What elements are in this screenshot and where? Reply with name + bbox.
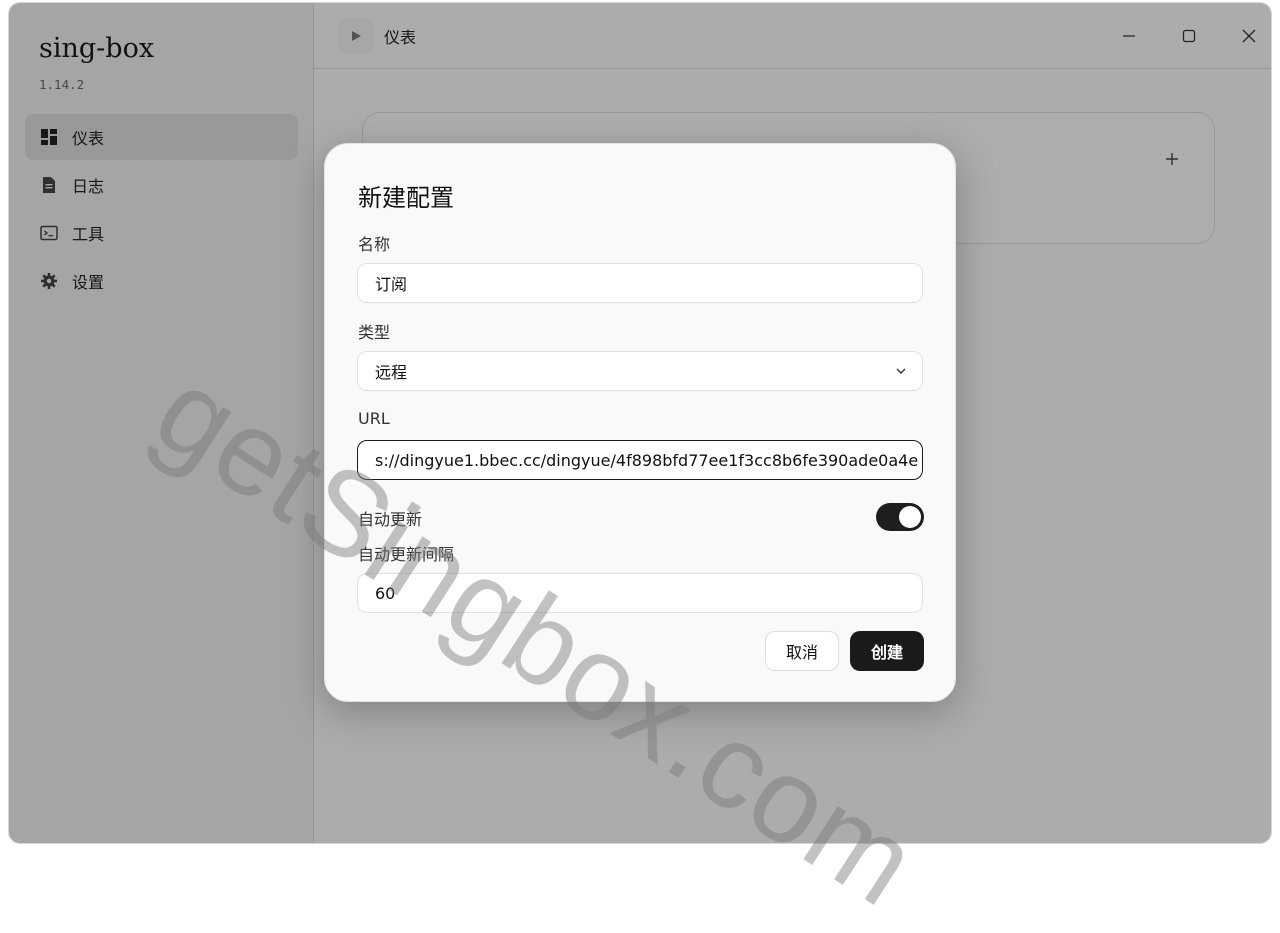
- toggle-knob: [899, 506, 921, 528]
- interval-input-value: 60: [375, 583, 396, 603]
- type-label: 类型: [358, 323, 391, 342]
- chevron-down-icon: [896, 368, 906, 374]
- type-select-value: 远程: [375, 363, 408, 382]
- url-label: URL: [358, 409, 390, 428]
- name-input-value: 订阅: [375, 275, 408, 294]
- url-input[interactable]: s://dingyue1.bbec.cc/dingyue/4f898bfd77e…: [357, 440, 923, 480]
- interval-label: 自动更新间隔: [358, 545, 455, 564]
- auto-update-label: 自动更新: [358, 510, 423, 529]
- type-select[interactable]: 远程: [357, 351, 923, 391]
- url-input-value: s://dingyue1.bbec.cc/dingyue/4f898bfd77e…: [375, 450, 919, 470]
- auto-update-toggle[interactable]: [876, 503, 924, 531]
- name-input[interactable]: 订阅: [357, 263, 923, 303]
- create-button[interactable]: 创建: [850, 631, 924, 671]
- new-profile-dialog: 新建配置 名称 订阅 类型 远程 URL s://dingyue1.bbec.c…: [324, 143, 956, 702]
- interval-input[interactable]: 60: [357, 573, 923, 613]
- dialog-title: 新建配置: [358, 184, 454, 212]
- name-label: 名称: [358, 235, 391, 254]
- cancel-button[interactable]: 取消: [765, 631, 839, 671]
